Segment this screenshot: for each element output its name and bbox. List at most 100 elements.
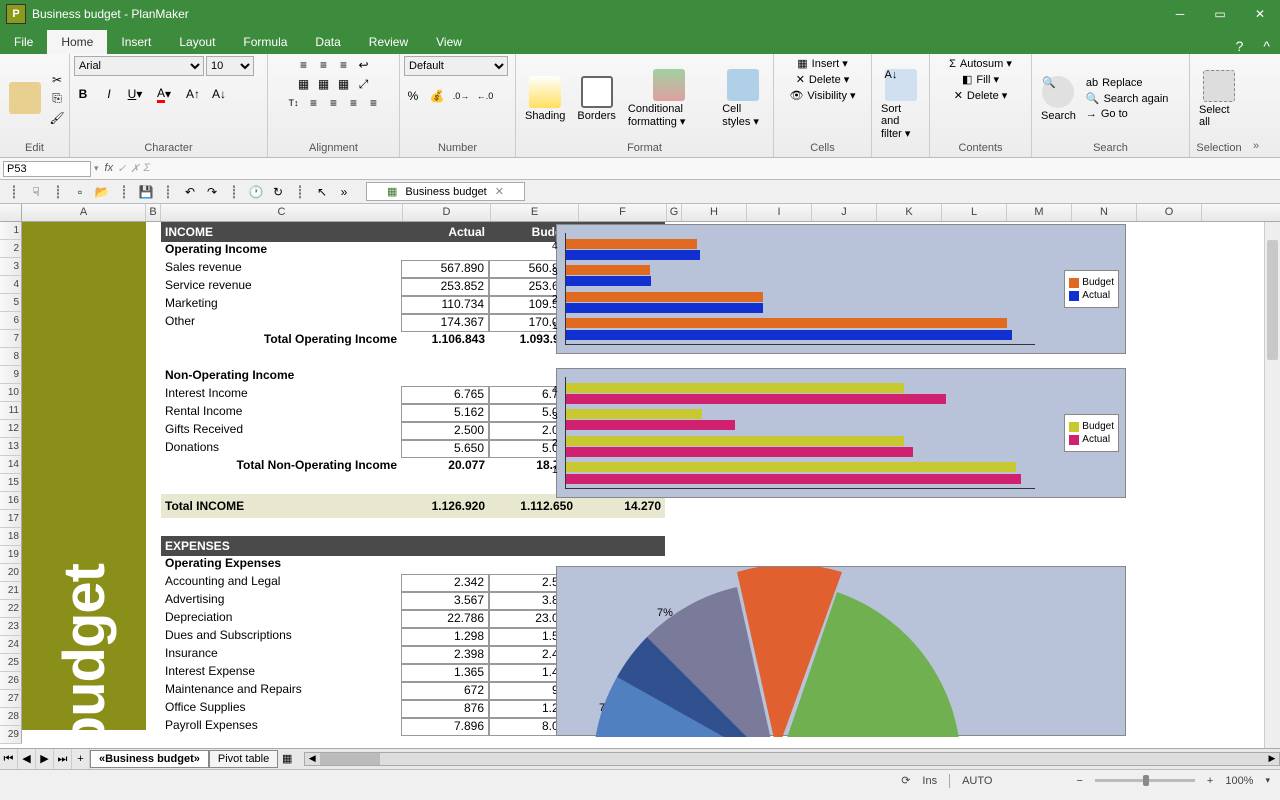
wrap-text-icon[interactable]: ↩: [355, 56, 373, 74]
unmerge-icon[interactable]: ▦: [335, 75, 353, 93]
column-header[interactable]: G: [667, 204, 682, 221]
column-header[interactable]: M: [1007, 204, 1072, 221]
qat-open-icon[interactable]: 📂: [92, 182, 112, 202]
row-header[interactable]: 21: [0, 582, 22, 600]
zoom-out-button[interactable]: −: [1076, 775, 1082, 787]
number-format-select[interactable]: Default: [404, 56, 508, 76]
row-header[interactable]: 25: [0, 654, 22, 672]
qat-hand-icon[interactable]: ☟: [26, 182, 46, 202]
close-button[interactable]: ✕: [1240, 0, 1280, 28]
column-header[interactable]: C: [161, 204, 403, 221]
cell[interactable]: Dues and Subscriptions: [161, 628, 401, 646]
cells-insert-button[interactable]: ▦ Insert ▾: [794, 56, 851, 71]
row-header[interactable]: 23: [0, 618, 22, 636]
cell[interactable]: INCOME: [161, 222, 401, 242]
cell[interactable]: [161, 518, 401, 536]
menu-data[interactable]: Data: [301, 30, 354, 54]
column-header[interactable]: E: [491, 204, 579, 221]
column-header[interactable]: D: [403, 204, 491, 221]
row-header[interactable]: 1: [0, 222, 22, 240]
merge-cells-icon[interactable]: ▦: [295, 75, 313, 93]
formula-input[interactable]: [156, 162, 1280, 176]
paste-button[interactable]: [4, 79, 46, 119]
cell[interactable]: Donations: [161, 440, 401, 458]
menu-formula[interactable]: Formula: [229, 30, 301, 54]
cell[interactable]: Interest Income: [161, 386, 401, 404]
row-header[interactable]: 22: [0, 600, 22, 618]
conditional-formatting-button[interactable]: Conditional formatting ▾: [623, 66, 715, 131]
cell[interactable]: 253.852: [401, 278, 489, 296]
cell[interactable]: Advertising: [161, 592, 401, 610]
row-header[interactable]: 12: [0, 420, 22, 438]
first-sheet-button[interactable]: ⏮: [0, 749, 18, 769]
column-header[interactable]: I: [747, 204, 812, 221]
cell[interactable]: 1.126.920: [401, 494, 489, 518]
row-header[interactable]: 17: [0, 510, 22, 528]
align-center-icon[interactable]: ≡: [325, 94, 343, 112]
underline-button[interactable]: U▾: [126, 85, 144, 103]
help-icon[interactable]: ?: [1226, 38, 1254, 54]
row-header[interactable]: 27: [0, 690, 22, 708]
sort-filter-button[interactable]: A↓Sort and filter ▾: [876, 66, 925, 143]
row-header[interactable]: 28: [0, 708, 22, 726]
cell[interactable]: [161, 350, 401, 368]
align-bottom-icon[interactable]: ≡: [335, 56, 353, 74]
percent-icon[interactable]: %: [404, 87, 422, 105]
accept-icon[interactable]: ✓: [117, 162, 126, 175]
cell[interactable]: 567.890: [401, 260, 489, 278]
horizontal-scrollbar[interactable]: ◀ ▶: [304, 752, 1280, 766]
cell[interactable]: Maintenance and Repairs: [161, 682, 401, 700]
prev-sheet-button[interactable]: ◀: [18, 749, 36, 769]
currency-icon[interactable]: 💰: [428, 87, 446, 105]
cell[interactable]: 1.365: [401, 664, 489, 682]
qat-pointer-icon[interactable]: ↖: [312, 182, 332, 202]
cell[interactable]: 672: [401, 682, 489, 700]
cell[interactable]: 6.765: [401, 386, 489, 404]
indent-icon[interactable]: T↕: [285, 94, 303, 112]
spreadsheet-grid[interactable]: ABCDEFGHIJKLMNO 123456789101112131415161…: [0, 204, 1280, 748]
column-header[interactable]: N: [1072, 204, 1137, 221]
vertical-scrollbar[interactable]: [1264, 222, 1280, 748]
merge-across-icon[interactable]: ▦: [315, 75, 333, 93]
row-header[interactable]: 24: [0, 636, 22, 654]
cell[interactable]: Marketing: [161, 296, 401, 314]
qat-redo-icon[interactable]: ↷: [202, 182, 222, 202]
row-header[interactable]: 10: [0, 384, 22, 402]
sheet-tab-pivot-table[interactable]: Pivot table: [209, 750, 278, 768]
collapse-ribbon-icon[interactable]: ^: [1253, 38, 1280, 54]
bar-chart-non-operating-income[interactable]: 4 3 2 1 Budget Actual: [556, 368, 1126, 498]
cell[interactable]: Accounting and Legal: [161, 574, 401, 592]
qat-save-icon[interactable]: 💾: [136, 182, 156, 202]
last-sheet-button[interactable]: ⏭: [54, 749, 72, 769]
row-header[interactable]: 3: [0, 258, 22, 276]
search-button[interactable]: 🔍Search: [1036, 73, 1081, 125]
next-sheet-button[interactable]: ▶: [36, 749, 54, 769]
cell[interactable]: Service revenue: [161, 278, 401, 296]
orientation-icon[interactable]: ⤢: [355, 75, 373, 93]
select-all-corner[interactable]: [0, 204, 22, 221]
column-header[interactable]: F: [579, 204, 667, 221]
sum-icon[interactable]: Σ: [144, 162, 151, 175]
column-header[interactable]: H: [682, 204, 747, 221]
font-select[interactable]: Arial: [74, 56, 204, 76]
cell[interactable]: 1.106.843: [401, 332, 489, 350]
shading-button[interactable]: Shading: [520, 73, 570, 125]
row-header[interactable]: 2: [0, 240, 22, 258]
cell-styles-button[interactable]: Cell styles ▾: [717, 66, 769, 131]
column-header[interactable]: K: [877, 204, 942, 221]
cell[interactable]: Operating Expenses: [161, 556, 401, 574]
bar-chart-operating-income[interactable]: 4 3 2 1 Budget Actual: [556, 224, 1126, 354]
cell[interactable]: Other: [161, 314, 401, 332]
cell[interactable]: Total INCOME: [161, 494, 401, 518]
row-header[interactable]: 5: [0, 294, 22, 312]
menu-review[interactable]: Review: [355, 30, 422, 54]
cell[interactable]: 2.398: [401, 646, 489, 664]
cell[interactable]: Sales revenue: [161, 260, 401, 278]
close-doc-icon[interactable]: ✕: [495, 185, 504, 198]
zoom-in-button[interactable]: +: [1207, 775, 1213, 787]
menu-view[interactable]: View: [422, 30, 476, 54]
column-header[interactable]: L: [942, 204, 1007, 221]
cell[interactable]: Interest Expense: [161, 664, 401, 682]
sheet-tab-business-budget[interactable]: «Business budget»: [90, 750, 209, 768]
goto-button[interactable]: → Go to: [1083, 107, 1172, 121]
